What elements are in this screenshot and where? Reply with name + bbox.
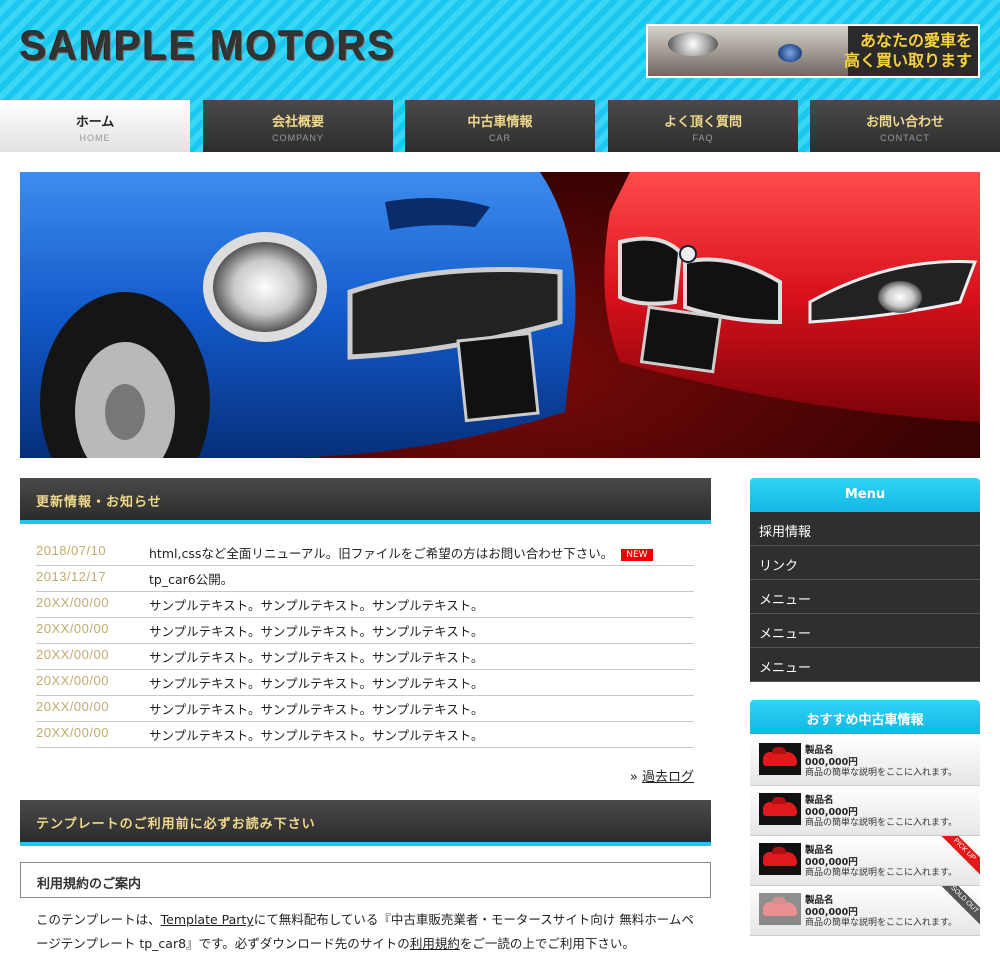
product-desc: 商品の簡単な説明をここに入れます。 [805,768,958,778]
news-text: サンプルテキスト。サンプルテキスト。サンプルテキスト。 [149,728,484,743]
car-thumbnail [759,893,801,925]
news-text: サンプルテキスト。サンプルテキスト。サンプルテキスト。 [149,676,484,691]
recommended-item[interactable]: 製品名 000,000円 商品の簡単な説明をここに入れます。 PICK UP [750,836,980,886]
news-date: 20XX/00/00 [36,725,109,740]
template-party-link[interactable]: Template Party [161,912,254,927]
nav-faq[interactable]: よく頂く質問 FAQ [608,100,798,152]
nav-car[interactable]: 中古車情報 CAR [405,100,595,152]
news-date: 20XX/00/00 [36,673,109,688]
news-text: サンプルテキスト。サンプルテキスト。サンプルテキスト。 [149,624,484,639]
news-date: 20XX/00/00 [36,621,109,636]
recommended-heading: おすすめ中古車情報 [750,700,980,734]
news-text: サンプルテキスト。サンプルテキスト。サンプルテキスト。 [149,598,484,613]
terms-link[interactable]: 利用規約 [410,936,460,951]
list-item: 20XX/00/00 サンプルテキスト。サンプルテキスト。サンプルテキスト。 [36,592,694,618]
news-text: html,cssなど全面リニューアル。旧ファイルをご希望の方はお問い合わせ下さい… [149,543,653,562]
archive-link[interactable]: 過去ログ [642,770,694,785]
hero-cars-illustration [20,172,980,458]
product-desc: 商品の簡単な説明をここに入れます。 [805,918,958,928]
banner-text: あなたの愛車を 高く買い取ります [843,31,972,70]
news-text: サンプルテキスト。サンプルテキスト。サンプルテキスト。 [149,650,484,665]
car-thumbnail [759,743,801,775]
sidebar-menu-heading: Menu [750,478,980,512]
new-badge: NEW [621,549,653,561]
list-item: 20XX/00/00 サンプルテキスト。サンプルテキスト。サンプルテキスト。 [36,722,694,748]
list-item: 20XX/00/00 サンプルテキスト。サンプルテキスト。サンプルテキスト。 [36,670,694,696]
list-item: 20XX/00/00 サンプルテキスト。サンプルテキスト。サンプルテキスト。 [36,644,694,670]
news-list: 2018/07/10 html,cssなど全面リニューアル。旧ファイルをご希望の… [36,540,694,748]
recommended-item[interactable]: 製品名 000,000円 商品の簡単な説明をここに入れます。 [750,786,980,836]
buyback-banner[interactable]: あなたの愛車を 高く買い取ります [646,24,980,78]
terms-subheading: 利用規約のご案内 [20,862,711,898]
news-text: tp_car6公開。 [149,572,234,587]
nav-home[interactable]: ホーム HOME [0,100,190,152]
archive-link-row: » 過去ログ [629,770,694,785]
list-item: 2013/12/17 tp_car6公開。 [36,566,694,592]
news-text: サンプルテキスト。サンプルテキスト。サンプルテキスト。 [149,702,484,717]
list-item: 2018/07/10 html,cssなど全面リニューアル。旧ファイルをご希望の… [36,540,694,566]
product-desc: 商品の簡単な説明をここに入れます。 [805,868,958,878]
sidebar-item-links[interactable]: リンク [750,546,980,580]
news-date: 20XX/00/00 [36,647,109,662]
recommended-item[interactable]: 製品名 000,000円 商品の簡単な説明をここに入れます。 SOLD OUT [750,886,980,936]
list-item: 20XX/00/00 サンプルテキスト。サンプルテキスト。サンプルテキスト。 [36,618,694,644]
terms-text: このテンプレートは、Template Partyにて無料配布している『中古車販売… [36,912,694,951]
product-desc: 商品の簡単な説明をここに入れます。 [805,818,958,828]
car-thumbnail [759,843,801,875]
sidebar-item-menu[interactable]: メニュー [750,614,980,648]
recommended-list: 製品名 000,000円 商品の簡単な説明をここに入れます。 製品名 000,0… [750,736,980,936]
news-date: 20XX/00/00 [36,595,109,610]
site-logo[interactable]: SAMPLE MOTORS [20,22,396,70]
news-date: 2013/12/17 [36,569,107,584]
template-heading: テンプレートのご利用前に必ずお読み下さい [20,800,711,846]
sidebar-item-menu[interactable]: メニュー [750,648,980,682]
news-heading: 更新情報・お知らせ [20,478,711,524]
main-nav: ホーム HOME 会社概要 COMPANY 中古車情報 CAR よく頂く質問 F… [0,100,1000,152]
sidebar-item-recruit[interactable]: 採用情報 [750,512,980,546]
news-date: 20XX/00/00 [36,699,109,714]
news-date: 2018/07/10 [36,543,107,558]
banner-car-image [648,26,848,76]
recommended-item[interactable]: 製品名 000,000円 商品の簡単な説明をここに入れます。 [750,736,980,786]
nav-contact[interactable]: お問い合わせ CONTACT [810,100,1000,152]
car-thumbnail [759,793,801,825]
nav-company[interactable]: 会社概要 COMPANY [203,100,393,152]
list-item: 20XX/00/00 サンプルテキスト。サンプルテキスト。サンプルテキスト。 [36,696,694,722]
hero-image [20,172,980,458]
site-header: SAMPLE MOTORS あなたの愛車を 高く買い取ります [0,0,1000,100]
sidebar-menu: 採用情報 リンク メニュー メニュー メニュー [750,512,980,682]
sidebar-item-menu[interactable]: メニュー [750,580,980,614]
